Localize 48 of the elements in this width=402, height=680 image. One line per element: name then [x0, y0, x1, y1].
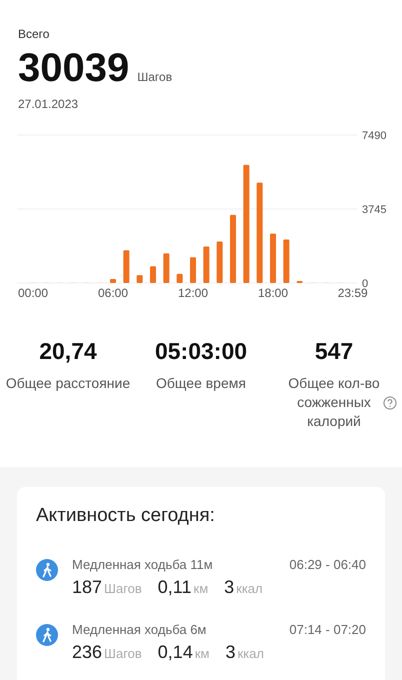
- metric-unit: ккал: [236, 581, 263, 596]
- metric-unit: ккал: [237, 646, 264, 661]
- bar: [176, 274, 183, 283]
- metric-unit: Шагов: [104, 646, 142, 661]
- bar: [150, 266, 156, 283]
- bar: [203, 246, 210, 283]
- activity-name: Медленная ходьба 6м: [72, 622, 206, 637]
- metric-unit: Шагов: [104, 581, 142, 596]
- date: 27.01.2023: [18, 97, 80, 111]
- metric-value: 0,11: [158, 577, 192, 598]
- activity-name: Медленная ходьба 11м: [72, 557, 213, 572]
- bar: [230, 214, 236, 283]
- bar: [216, 242, 223, 283]
- bar: [270, 234, 276, 283]
- activity-time: 06:29 - 06:40: [289, 557, 366, 572]
- activity-time: 07:14 - 07:20: [289, 622, 366, 637]
- metric-value: 187: [72, 577, 102, 598]
- bar: [190, 257, 196, 283]
- metric-value: 3: [225, 642, 236, 663]
- bar: [136, 275, 143, 283]
- axis-label: 7490: [362, 130, 386, 142]
- unit-label: Шагов: [137, 70, 172, 84]
- walking-icon: [36, 559, 58, 581]
- metric-unit: км: [194, 581, 208, 596]
- metric-value: 236: [72, 642, 102, 663]
- axis-label: 12:00: [178, 286, 208, 300]
- total-label: Всего: [18, 27, 50, 41]
- walking-icon: [36, 624, 58, 646]
- axis-label: 06:00: [98, 286, 128, 300]
- axis-label: 3745: [362, 204, 386, 216]
- stat-label: Общее кол-во сожженных калорий: [287, 374, 381, 431]
- bar: [283, 240, 290, 283]
- stat-value: 547: [314, 338, 354, 365]
- stat-value: 05:03:00: [154, 338, 248, 365]
- metric-value: 3: [224, 577, 234, 598]
- stat-value: 20,74: [39, 338, 97, 365]
- metric-unit: км: [194, 646, 210, 661]
- card-title: Активность сегодня:: [36, 505, 216, 527]
- axis-label: 18:00: [258, 286, 288, 300]
- metric-value: 0,14: [158, 642, 193, 663]
- bar: [123, 250, 130, 283]
- axis-label: 00:00: [18, 286, 48, 300]
- bar: [163, 253, 170, 283]
- step-total: 30039: [18, 47, 130, 89]
- bar: [110, 279, 116, 283]
- stat-label: Общее расстояние: [6, 374, 130, 393]
- help-icon[interactable]: [383, 396, 397, 410]
- stat-label: Общее время: [156, 374, 246, 393]
